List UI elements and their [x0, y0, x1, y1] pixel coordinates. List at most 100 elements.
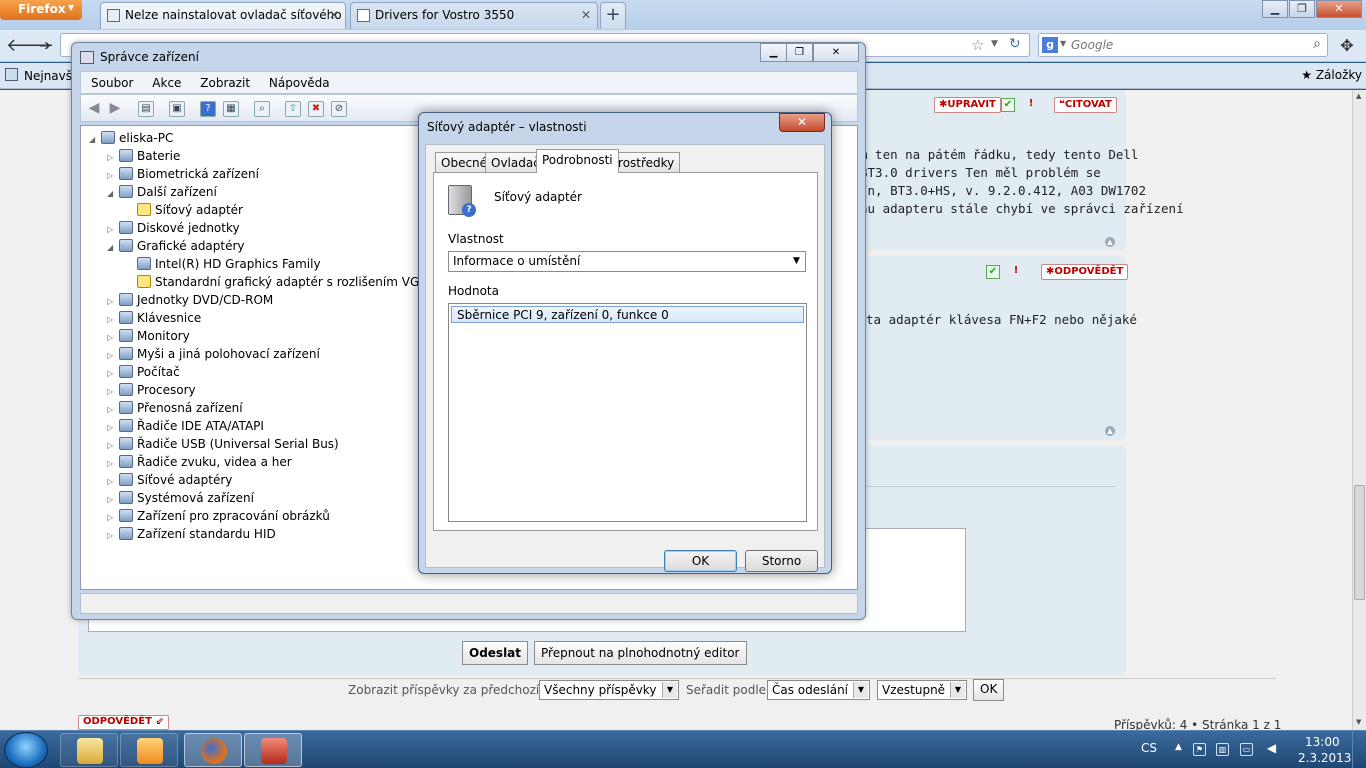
- quote-button[interactable]: ❝CITOVAT: [1054, 97, 1117, 113]
- clock-time[interactable]: 13:00: [1305, 735, 1340, 749]
- menu-help[interactable]: Nápověda: [269, 76, 330, 90]
- menu-action[interactable]: Akce: [152, 76, 181, 90]
- scroll-thumb[interactable]: [1354, 485, 1365, 600]
- back-arrow-icon[interactable]: 🡐: [6, 33, 54, 59]
- chevron-down-icon[interactable]: ▼: [991, 39, 998, 49]
- start-button[interactable]: [4, 732, 48, 768]
- sort-select[interactable]: Čas odeslání ▼: [767, 680, 870, 700]
- back-to-top-icon[interactable]: ▲: [1105, 237, 1115, 247]
- disable-device-icon[interactable]: ⊘: [331, 101, 347, 117]
- new-tab-button[interactable]: +: [600, 2, 626, 29]
- minimize-button[interactable]: ▁: [760, 43, 787, 62]
- report-icon[interactable]: !: [1024, 98, 1038, 112]
- google-icon: g: [1042, 37, 1058, 53]
- network-icon[interactable]: ▭: [1240, 743, 1253, 756]
- chevron-down-icon: ▼: [950, 682, 965, 698]
- update-driver-icon[interactable]: ⇧: [285, 101, 301, 117]
- menu-view[interactable]: Zobrazit: [200, 76, 250, 90]
- scan-hardware-icon[interactable]: ⌕: [254, 101, 270, 117]
- uninstall-icon[interactable]: ✖: [308, 101, 324, 117]
- taskbar-explorer[interactable]: [60, 733, 118, 767]
- device-icon: [119, 527, 133, 540]
- device-icon: [119, 311, 133, 324]
- browser-titlebar: Firefox ▼ Nelze nainstalovat ovladač síťo…: [0, 0, 1366, 30]
- bookmarks-menu[interactable]: ★ Záložky: [1301, 68, 1362, 82]
- scroll-up-icon[interactable]: ▲: [1356, 92, 1361, 100]
- close-window-button[interactable]: ✕: [1316, 0, 1362, 18]
- filter-ok-button[interactable]: OK: [973, 679, 1005, 701]
- tab-drivers[interactable]: Drivers for Vostro 3550 ✕: [350, 2, 598, 29]
- addon-icon[interactable]: ✥: [1334, 33, 1360, 59]
- checkmark-icon[interactable]: ✔: [986, 265, 1000, 279]
- collapse-icon[interactable]: ◢: [89, 131, 99, 149]
- show-desktop-button[interactable]: [1352, 731, 1366, 768]
- checkmark-icon[interactable]: ✔: [1001, 98, 1015, 112]
- close-tab-icon[interactable]: ✕: [329, 8, 339, 22]
- tree-item-label: Klávesnice: [137, 311, 202, 325]
- property-select[interactable]: Informace o umístění ▼: [448, 251, 806, 272]
- page-icon: [107, 9, 120, 22]
- toolbox-icon: [261, 738, 287, 764]
- tab-forum[interactable]: Nelze nainstalovat ovladač síťového a...…: [100, 2, 346, 29]
- flag-icon[interactable]: ⚑: [1193, 743, 1206, 756]
- window-title: Správce zařízení: [100, 50, 199, 64]
- back-to-top-icon[interactable]: ▲: [1105, 426, 1115, 436]
- menu-file[interactable]: Soubor: [91, 76, 133, 90]
- firefox-menu-button[interactable]: Firefox ▼: [0, 0, 82, 20]
- device-icon[interactable]: ▥: [1216, 743, 1229, 756]
- minimize-button[interactable]: ▁: [1262, 0, 1288, 18]
- page-icon: [357, 9, 370, 22]
- taskbar-media-player[interactable]: [120, 733, 178, 767]
- device-icon: [119, 455, 133, 468]
- chevron-down-icon[interactable]: ▼: [1060, 39, 1066, 48]
- bookmark-folder-icon: [5, 68, 18, 81]
- order-select[interactable]: Vzestupně ▼: [877, 680, 967, 700]
- report-icon[interactable]: !: [1009, 265, 1023, 279]
- tab-title: Drivers for Vostro 3550: [375, 8, 515, 22]
- reply-button[interactable]: ✱ODPOVĚDĚT: [1041, 264, 1129, 280]
- maximize-button[interactable]: ❐: [786, 43, 813, 62]
- device-icon: [119, 401, 133, 414]
- tree-item-label: Jednotky DVD/CD-ROM: [137, 293, 274, 307]
- tree-icon[interactable]: ▤: [138, 101, 154, 117]
- volume-icon[interactable]: ◀: [1265, 742, 1278, 756]
- cancel-button[interactable]: Storno: [745, 550, 818, 572]
- reload-icon[interactable]: ↻: [1009, 36, 1021, 52]
- forward-icon[interactable]: ▶: [107, 101, 123, 117]
- collapse-icon[interactable]: ◢: [107, 185, 117, 203]
- back-icon[interactable]: ◀: [86, 101, 102, 117]
- collapse-icon[interactable]: ◢: [107, 239, 117, 257]
- properties-icon[interactable]: ▣: [169, 101, 185, 117]
- scroll-down-icon[interactable]: ▼: [1356, 718, 1361, 726]
- help-icon[interactable]: ?: [200, 101, 216, 117]
- close-icon[interactable]: ✕: [779, 113, 825, 132]
- search-icon[interactable]: ⌕: [1313, 36, 1321, 52]
- bookmark-star-icon[interactable]: ☆: [971, 36, 984, 54]
- language-indicator[interactable]: CS: [1141, 741, 1157, 755]
- view-icon[interactable]: ▦: [223, 101, 239, 117]
- value-list-item[interactable]: Sběrnice PCI 9, zařízení 0, funkce 0: [451, 306, 804, 323]
- search-input[interactable]: g ▼ Google ⌕: [1038, 33, 1328, 57]
- bookmark-most-visited[interactable]: Nejnavšt: [24, 69, 77, 83]
- ok-button[interactable]: OK: [664, 550, 737, 572]
- show-hidden-icons[interactable]: ▲: [1175, 742, 1182, 752]
- details-panel: ? Síťový adaptér Vlastnost Informace o u…: [433, 172, 818, 531]
- edit-button[interactable]: ✱UPRAVIT: [934, 97, 1001, 113]
- taskbar-device-manager[interactable]: [244, 733, 302, 767]
- value-list[interactable]: Sběrnice PCI 9, zařízení 0, funkce 0: [448, 303, 807, 522]
- taskbar-firefox[interactable]: [184, 733, 242, 767]
- tab-details[interactable]: Podrobnosti: [536, 149, 619, 173]
- tree-item-label: Grafické adaptéry: [137, 239, 245, 253]
- close-button[interactable]: ✕: [813, 43, 859, 62]
- maximize-button[interactable]: ❐: [1289, 0, 1315, 18]
- show-posts-select[interactable]: Všechny příspěvky ▼: [539, 680, 679, 700]
- page-scrollbar[interactable]: ▲ ▼: [1352, 90, 1366, 730]
- bottom-reply-button[interactable]: ODPOVĚDĚT ⇙: [78, 715, 169, 730]
- clock-date[interactable]: 2.3.2013: [1298, 751, 1351, 765]
- submit-button[interactable]: Odeslat: [462, 641, 529, 665]
- device-icon: [119, 419, 133, 432]
- full-editor-button[interactable]: Přepnout na plnohodnotný editor: [534, 641, 747, 665]
- close-tab-icon[interactable]: ✕: [581, 8, 591, 22]
- forward-arrow-icon[interactable]: ➔: [32, 33, 58, 59]
- expand-icon[interactable]: ▷: [107, 527, 117, 545]
